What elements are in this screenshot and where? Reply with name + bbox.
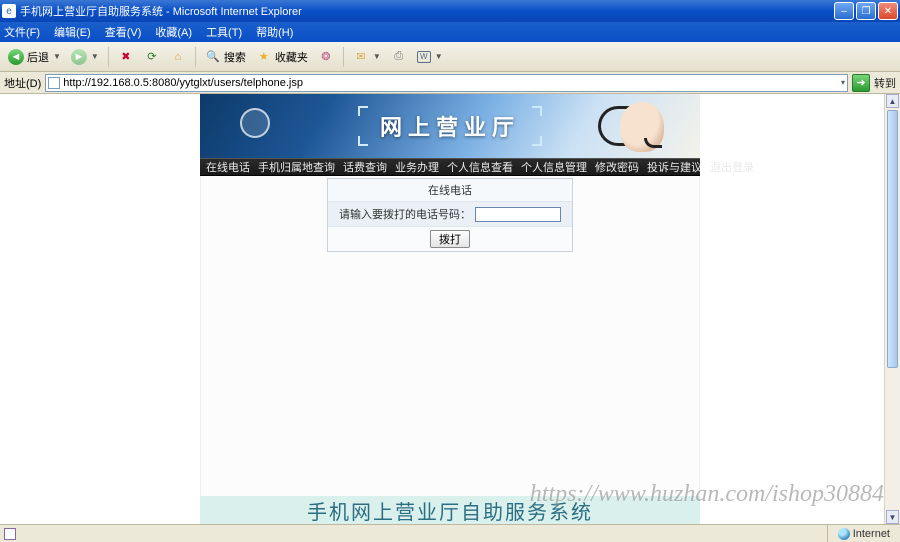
window-minimize-button[interactable]: ‒ <box>834 2 854 20</box>
form-actions: 拨打 <box>328 227 572 251</box>
history-icon: ❂ <box>318 49 334 65</box>
back-label: 后退 <box>27 49 49 65</box>
edit-icon: W <box>417 51 431 63</box>
window-close-button[interactable]: ✕ <box>878 2 898 20</box>
dial-button[interactable]: 拨打 <box>430 230 470 248</box>
status-bar: Internet <box>0 524 900 542</box>
edit-button[interactable]: W▼ <box>413 46 447 68</box>
favorites-label: 收藏夹 <box>275 49 308 65</box>
status-page-icon <box>4 528 16 540</box>
go-button[interactable]: ➜ <box>852 74 870 92</box>
home-button[interactable]: ⌂ <box>166 46 190 68</box>
toolbar-separator <box>108 47 109 67</box>
scroll-up-arrow-icon[interactable]: ▲ <box>886 94 899 108</box>
scroll-thumb[interactable] <box>887 110 898 368</box>
operator-illustration <box>574 96 694 156</box>
nav-online-phone[interactable]: 在线电话 <box>206 159 250 175</box>
nav-feedback[interactable]: 投诉与建议 <box>647 159 702 175</box>
home-icon: ⌂ <box>170 49 186 65</box>
url-dropdown-icon[interactable]: ▾ <box>841 78 845 87</box>
url-input-box[interactable]: ▾ <box>45 74 848 92</box>
globe-icon <box>838 528 850 540</box>
mail-icon: ✉ <box>353 49 369 65</box>
stop-button[interactable]: ✖ <box>114 46 138 68</box>
standard-toolbar: ◄ 后退 ▼ ► ▼ ✖ ⟳ ⌂ 🔍 搜索 ★ 收藏夹 ❂ ✉▼ ⎙ W▼ <box>0 42 900 72</box>
vertical-scrollbar[interactable]: ▲ ▼ <box>884 94 900 524</box>
search-icon: 🔍 <box>205 49 221 65</box>
ie-app-icon: e <box>2 4 16 18</box>
scroll-down-arrow-icon[interactable]: ▼ <box>886 510 899 524</box>
zone-label: Internet <box>853 528 890 540</box>
menu-help[interactable]: 帮助(H) <box>256 24 293 40</box>
main-nav: 在线电话 手机归属地查询 话费查询 业务办理 个人信息查看 个人信息管理 修改密… <box>200 158 700 176</box>
nav-fee-query[interactable]: 话费查询 <box>343 159 387 175</box>
phone-label: 请输入要拨打的电话号码： <box>339 206 471 222</box>
window-maximize-button[interactable]: ❐ <box>856 2 876 20</box>
menu-edit[interactable]: 编辑(E) <box>54 24 91 40</box>
content-area: 在线电话 请输入要拨打的电话号码： 拨打 <box>200 176 700 496</box>
star-icon: ★ <box>256 49 272 65</box>
mail-dropdown-icon: ▼ <box>373 52 381 61</box>
toolbar-separator <box>195 47 196 67</box>
favorites-button[interactable]: ★ 收藏夹 <box>252 46 312 68</box>
nav-attribution-query[interactable]: 手机归属地查询 <box>258 159 335 175</box>
toolbar-separator <box>343 47 344 67</box>
menu-bar: 文件(F) 编辑(E) 查看(V) 收藏(A) 工具(T) 帮助(H) <box>0 22 900 42</box>
nav-info-manage[interactable]: 个人信息管理 <box>521 159 587 175</box>
nav-info-view[interactable]: 个人信息查看 <box>447 159 513 175</box>
page-banner: 网上营业厅 <box>200 94 700 158</box>
nav-business[interactable]: 业务办理 <box>395 159 439 175</box>
go-label: 转到 <box>874 75 896 91</box>
refresh-icon: ⟳ <box>144 49 160 65</box>
form-row: 请输入要拨打的电话号码： <box>328 202 572 227</box>
edit-dropdown-icon: ▼ <box>435 52 443 61</box>
phone-input[interactable] <box>475 207 561 222</box>
menu-file[interactable]: 文件(F) <box>4 24 40 40</box>
back-dropdown-icon: ▼ <box>53 52 61 61</box>
page-icon <box>48 77 60 89</box>
search-label: 搜索 <box>224 49 246 65</box>
nav-change-password[interactable]: 修改密码 <box>595 159 639 175</box>
address-bar: 地址(D) ▾ ➜ 转到 <box>0 72 900 94</box>
back-button[interactable]: ◄ 后退 ▼ <box>4 46 65 68</box>
address-label: 地址(D) <box>4 75 41 91</box>
page-content: 网上营业厅 在线电话 手机归属地查询 话费查询 业务办理 个人信息查看 个人信息… <box>200 94 700 524</box>
page-footer: 手机网上营业厅自助服务系统 <box>200 496 700 524</box>
search-button[interactable]: 🔍 搜索 <box>201 46 250 68</box>
browser-viewport: 网上营业厅 在线电话 手机归属地查询 话费查询 业务办理 个人信息查看 个人信息… <box>0 94 900 524</box>
security-zone[interactable]: Internet <box>827 525 900 542</box>
forward-dropdown-icon: ▼ <box>91 52 99 61</box>
window-title: 手机网上营业厅自助服务系统 - Microsoft Internet Explo… <box>20 3 832 19</box>
stop-icon: ✖ <box>118 49 134 65</box>
footer-text: 手机网上营业厅自助服务系统 <box>307 496 593 525</box>
print-button[interactable]: ⎙ <box>387 46 411 68</box>
forward-arrow-icon: ► <box>71 49 87 65</box>
print-icon: ⎙ <box>391 49 407 65</box>
phone-form: 在线电话 请输入要拨打的电话号码： 拨打 <box>327 178 573 252</box>
nav-logout[interactable]: 退出登录 <box>710 159 754 175</box>
menu-view[interactable]: 查看(V) <box>105 24 142 40</box>
mail-button[interactable]: ✉▼ <box>349 46 385 68</box>
refresh-button[interactable]: ⟳ <box>140 46 164 68</box>
history-button[interactable]: ❂ <box>314 46 338 68</box>
window-titlebar: e 手机网上营业厅自助服务系统 - Microsoft Internet Exp… <box>0 0 900 22</box>
url-input[interactable] <box>63 77 837 89</box>
menu-tools[interactable]: 工具(T) <box>206 24 242 40</box>
banner-title: 网上营业厅 <box>380 115 520 140</box>
form-title: 在线电话 <box>328 179 572 202</box>
forward-button[interactable]: ► ▼ <box>67 46 103 68</box>
back-arrow-icon: ◄ <box>8 49 24 65</box>
menu-favorites[interactable]: 收藏(A) <box>155 24 192 40</box>
